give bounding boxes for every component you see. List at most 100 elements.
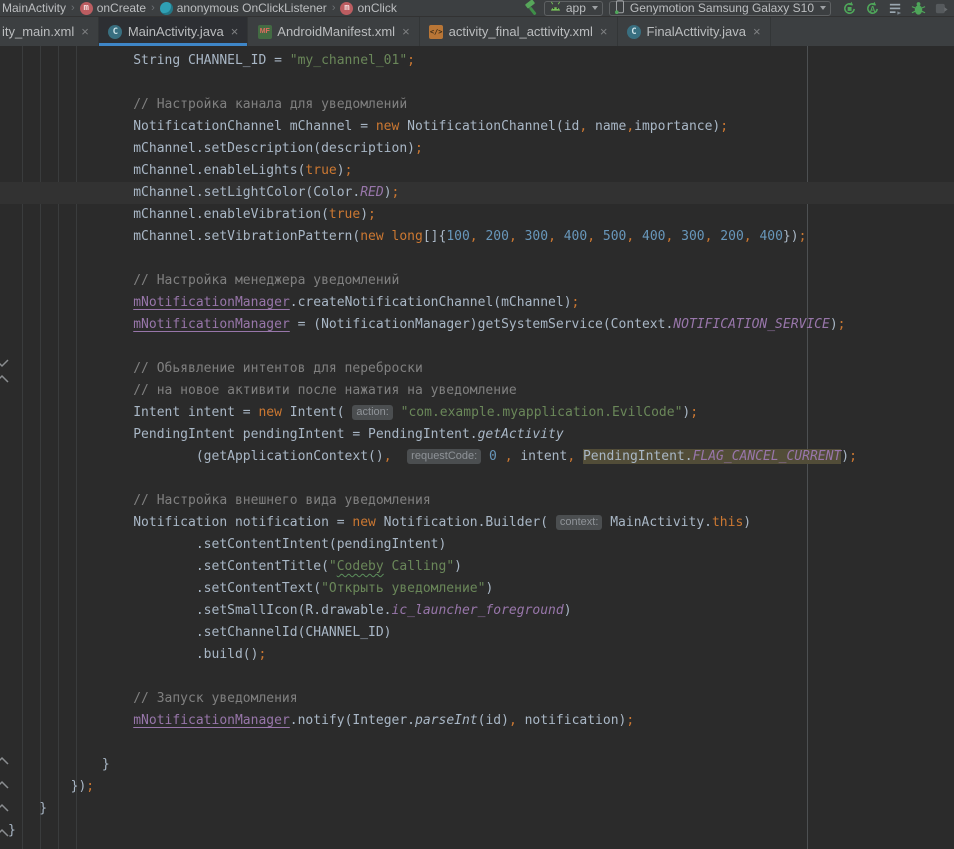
debug-icon[interactable]: [909, 0, 927, 17]
code-token: NotificationChannel(id: [399, 119, 579, 134]
breadcrumb-item-onclick[interactable]: monClick: [340, 1, 396, 15]
fold-region-icon[interactable]: [0, 374, 9, 384]
apply-code-changes-icon[interactable]: [886, 0, 904, 17]
code-line[interactable]: mChannel.enableLights(true);: [0, 160, 954, 182]
fold-region-icon[interactable]: [0, 803, 9, 813]
code-line[interactable]: PendingIntent pendingIntent = PendingInt…: [0, 424, 954, 446]
code-line[interactable]: }: [0, 820, 954, 842]
code-line[interactable]: [0, 336, 954, 358]
rerun-icon[interactable]: [840, 0, 858, 17]
code-line[interactable]: mNotificationManager.createNotificationC…: [0, 292, 954, 314]
code-line[interactable]: mNotificationManager.notify(Integer.pars…: [0, 710, 954, 732]
tab-activity_final_acttivity.xml[interactable]: </>activity_final_acttivity.xml×: [420, 17, 618, 46]
code-token: MainActivity.: [602, 515, 712, 530]
code-line[interactable]: [0, 72, 954, 94]
code-token: // Настройка внешнего вида уведомления: [8, 493, 431, 508]
code-line[interactable]: // на новое активити после нажатия на ув…: [0, 380, 954, 402]
code-lines: String CHANNEL_ID = "my_channel_01"; // …: [0, 46, 954, 842]
code-token: ): [384, 185, 392, 200]
breadcrumb-item-mainactivity[interactable]: MainActivity: [2, 1, 66, 15]
code-line[interactable]: // Запуск уведомления: [0, 688, 954, 710]
code-token: 0: [489, 449, 497, 464]
parameter-hint: context:: [556, 515, 603, 530]
profiler-icon[interactable]: [932, 0, 950, 17]
run-configuration-select[interactable]: app: [544, 1, 603, 16]
code-line[interactable]: [0, 248, 954, 270]
code-token: ;: [690, 405, 698, 420]
code-line[interactable]: String CHANNEL_ID = "my_channel_01";: [0, 50, 954, 72]
code-line[interactable]: .setSmallIcon(R.drawable.ic_launcher_for…: [0, 600, 954, 622]
code-token: ": [329, 559, 337, 574]
code-line-caret[interactable]: mChannel.setLightColor(Color.RED);: [0, 182, 954, 204]
code-line[interactable]: .build();: [0, 644, 954, 666]
code-token: ,: [744, 229, 752, 244]
code-token: }: [8, 823, 16, 838]
tab-close-icon[interactable]: ×: [81, 24, 89, 39]
code-token: new: [258, 405, 281, 420]
fold-region-icon[interactable]: [0, 358, 9, 368]
code-token: // Запуск уведомления: [8, 691, 298, 706]
code-token: ic_launcher_foreground: [392, 603, 564, 618]
code-token: NotificationChannel mChannel =: [8, 119, 376, 134]
code-token: Intent intent =: [8, 405, 258, 420]
code-token: [481, 449, 489, 464]
code-line[interactable]: mChannel.enableVibration(true);: [0, 204, 954, 226]
code-line[interactable]: mChannel.setVibrationPattern(new long[]{…: [0, 226, 954, 248]
code-token: notification): [517, 713, 627, 728]
code-token: "my_channel_01": [290, 53, 407, 68]
tab-ity_main.xml[interactable]: ity_main.xml×: [0, 17, 99, 46]
fold-region-icon[interactable]: [0, 756, 9, 766]
tab-close-icon[interactable]: ×: [402, 24, 410, 39]
code-token: true: [305, 163, 336, 178]
code-line[interactable]: (getApplicationContext(), requestCode: 0…: [0, 446, 954, 468]
code-token: // на новое активити после нажатия на ув…: [8, 383, 517, 398]
code-token: Calling": [384, 559, 454, 574]
code-token: mChannel.setDescription(description): [8, 141, 415, 156]
code-line[interactable]: [0, 732, 954, 754]
anonymous-class-icon: [160, 2, 173, 15]
code-line[interactable]: .setContentIntent(pendingIntent): [0, 534, 954, 556]
breadcrumb-item-oncreate[interactable]: monCreate: [80, 1, 146, 15]
tab-close-icon[interactable]: ×: [753, 24, 761, 39]
tab-label: MainActivity.java: [128, 24, 224, 39]
tab-close-icon[interactable]: ×: [600, 24, 608, 39]
build-hammer-icon[interactable]: [523, 0, 541, 17]
code-line[interactable]: // Настройка менеджера уведомлений: [0, 270, 954, 292]
code-token: getActivity: [478, 427, 564, 442]
code-line[interactable]: // Обьявление интентов для переброски: [0, 358, 954, 380]
tab-label: FinalActtivity.java: [647, 24, 746, 39]
code-line[interactable]: .setChannelId(CHANNEL_ID): [0, 622, 954, 644]
code-line[interactable]: NotificationChannel mChannel = new Notif…: [0, 116, 954, 138]
code-line[interactable]: }: [0, 754, 954, 776]
tab-androidmanifest.xml[interactable]: MFAndroidManifest.xml×: [248, 17, 419, 46]
tab-mainactivity.java[interactable]: CMainActivity.java×: [99, 17, 248, 46]
code-token: 500: [603, 229, 626, 244]
code-editor[interactable]: String CHANNEL_ID = "my_channel_01"; // …: [0, 46, 954, 849]
code-line[interactable]: [0, 468, 954, 490]
code-token: [595, 229, 603, 244]
code-token: 400: [564, 229, 587, 244]
code-token: ): [360, 207, 368, 222]
code-line[interactable]: }: [0, 798, 954, 820]
code-token: // Настройка канала для уведомлений: [8, 97, 407, 112]
code-line[interactable]: .setContentTitle("Codeby Calling"): [0, 556, 954, 578]
code-line[interactable]: Intent intent = new Intent( action: "com…: [0, 402, 954, 424]
code-line[interactable]: [0, 666, 954, 688]
code-line[interactable]: // Настройка канала для уведомлений: [0, 94, 954, 116]
fold-region-icon[interactable]: [0, 780, 9, 790]
code-line[interactable]: .setContentText("Открыть уведомление"): [0, 578, 954, 600]
code-line[interactable]: mNotificationManager = (NotificationMana…: [0, 314, 954, 336]
breadcrumb-item-anonymous-onclicklistener[interactable]: anonymous OnClickListener: [160, 1, 327, 15]
code-line[interactable]: });: [0, 776, 954, 798]
code-line[interactable]: mChannel.setDescription(description);: [0, 138, 954, 160]
tab-close-icon[interactable]: ×: [231, 24, 239, 39]
code-token: mChannel.enableVibration(: [8, 207, 329, 222]
device-select[interactable]: Genymotion Samsung Galaxy S10: [609, 1, 831, 16]
tab-finalacttivity.java[interactable]: CFinalActtivity.java×: [618, 17, 771, 46]
breadcrumb: MainActivity›monCreate›anonymous OnClick…: [0, 1, 397, 15]
code-line[interactable]: // Настройка внешнего вида уведомления: [0, 490, 954, 512]
apply-changes-icon[interactable]: A: [863, 0, 881, 17]
code-token: [8, 295, 133, 310]
code-line[interactable]: Notification notification = new Notifica…: [0, 512, 954, 534]
fold-region-icon[interactable]: [0, 828, 9, 838]
